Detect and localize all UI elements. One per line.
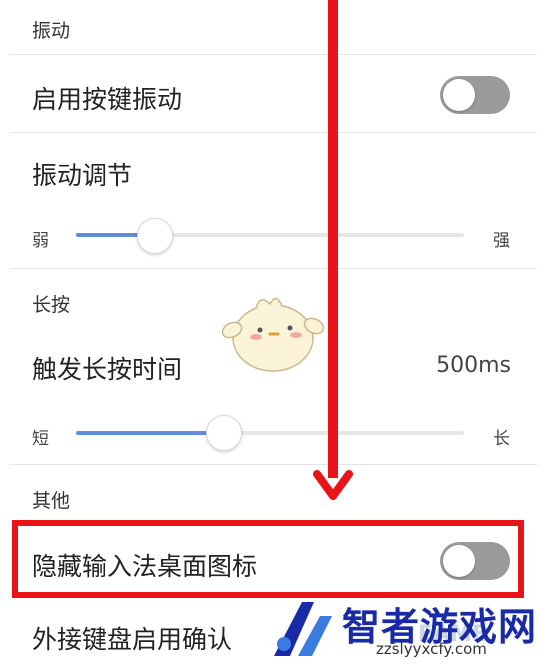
brand-logo-icon xyxy=(274,602,332,656)
highlight-box xyxy=(12,520,524,598)
vibration-slider-min-label: 弱 xyxy=(32,231,49,251)
section-title-vibration: 振动 xyxy=(32,20,71,42)
long-press-slider-track[interactable] xyxy=(76,431,464,435)
annotation-arrow-line xyxy=(328,0,338,478)
brand-url: zzslyyxcfy.com xyxy=(376,640,487,658)
trigger-long-press-time-value: 500ms xyxy=(436,353,511,378)
settings-page: 振动 启用按键振动 振动调节 弱 强 长按 触发长按时间 500ms 短 长 其… xyxy=(0,0,547,664)
down-arrow-icon xyxy=(313,470,353,500)
section-title-long-press: 长按 xyxy=(32,294,71,316)
long-press-slider-thumb[interactable] xyxy=(206,415,243,451)
vibration-adjust-label: 振动调节 xyxy=(32,161,133,190)
section-title-other: 其他 xyxy=(32,490,71,512)
brand-watermark: EAME 智者游戏网 zzslyyxcfy.com xyxy=(268,596,547,664)
divider xyxy=(10,464,537,465)
external-keyboard-confirm-label[interactable]: 外接键盘启用确认 xyxy=(32,620,232,656)
divider xyxy=(10,54,537,55)
toggle-knob xyxy=(443,79,475,111)
vibration-slider-track[interactable] xyxy=(76,233,464,237)
vibration-slider-thumb[interactable] xyxy=(136,218,173,254)
long-press-slider-fill xyxy=(76,431,224,435)
long-press-slider-max-label: 长 xyxy=(493,429,510,449)
divider xyxy=(10,268,537,269)
divider xyxy=(10,132,537,133)
long-press-slider-min-label: 短 xyxy=(32,429,49,449)
trigger-long-press-time-label: 触发长按时间 xyxy=(32,355,183,384)
vibration-slider-max-label: 强 xyxy=(493,231,510,251)
enable-key-vibration-label: 启用按键振动 xyxy=(32,85,183,114)
enable-key-vibration-toggle[interactable] xyxy=(440,76,510,114)
chick-mascot-icon xyxy=(221,297,325,372)
